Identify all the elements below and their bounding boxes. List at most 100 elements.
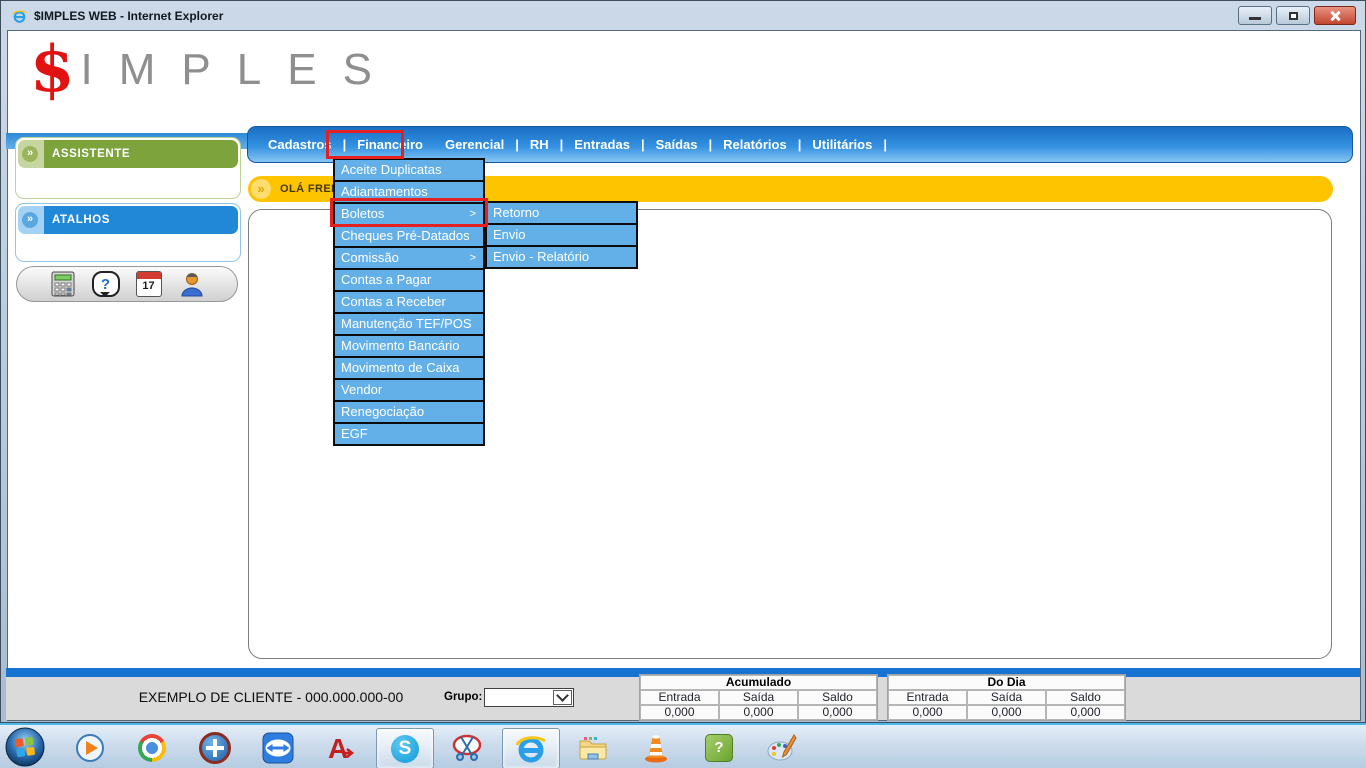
taskbar-ammyy-admin[interactable]: A	[313, 728, 369, 767]
financeiro-dropdown: Aceite Duplicatas Adiantamentos Boletos>…	[333, 158, 485, 446]
dropdown-item-renegociacao[interactable]: Renegociação	[333, 400, 485, 424]
menu-rh[interactable]: RH	[524, 133, 555, 156]
submenu-item-envio-relatorio[interactable]: Envio - Relatório	[485, 245, 638, 269]
help-icon[interactable]: ?	[92, 270, 120, 298]
ie-favicon-icon	[11, 8, 28, 25]
atalhos-chevron-icon: »	[22, 212, 38, 228]
submenu-item-envio[interactable]: Envio	[485, 223, 638, 247]
table-title: Acumulado	[640, 675, 877, 690]
dropdown-item-comissao[interactable]: Comissão>	[333, 246, 485, 270]
assistente-label: ASSISTENTE	[52, 148, 130, 160]
taskbar-skype[interactable]: S	[376, 728, 434, 768]
submenu-arrow-icon: >	[470, 248, 483, 268]
paint-icon	[766, 732, 798, 764]
skype-icon: S	[391, 735, 419, 763]
column-header: Entrada	[888, 690, 967, 705]
menu-financeiro[interactable]: Financeiro	[351, 133, 429, 156]
grupo-select[interactable]	[484, 688, 574, 707]
assistente-header[interactable]: » ASSISTENTE	[18, 140, 238, 168]
item-label: Movimento Bancário	[341, 336, 483, 356]
menu-gerencial[interactable]: Gerencial	[439, 133, 510, 156]
minimize-icon	[1249, 17, 1261, 20]
calculator-icon[interactable]	[49, 270, 77, 298]
taskbar-file-explorer[interactable]	[565, 728, 621, 767]
taskbar-media-player[interactable]	[62, 728, 118, 767]
item-label: Aceite Duplicatas	[341, 160, 483, 180]
taskbar-blue-plus[interactable]	[187, 728, 243, 767]
ammyy-admin-icon: A	[325, 732, 357, 764]
windows-flag-icon	[5, 727, 45, 767]
item-label: Vendor	[341, 380, 483, 400]
table-value: 0,000	[967, 705, 1046, 720]
atalhos-label: ATALHOS	[52, 214, 110, 226]
dropdown-item-egf[interactable]: EGF	[333, 422, 485, 446]
grupo-label: Grupo:	[444, 691, 482, 703]
snipping-tool-icon	[451, 732, 483, 764]
teamviewer-icon	[262, 732, 294, 764]
banner-chevron-icon: »	[251, 179, 271, 199]
table-title: Do Dia	[888, 675, 1125, 690]
item-label: Renegociação	[341, 402, 483, 422]
taskbar-snipping-tool[interactable]	[439, 728, 495, 767]
dropdown-item-cheques-pre-datados[interactable]: Cheques Pré-Datados	[333, 224, 485, 248]
calendar-day: 17	[137, 280, 161, 292]
minimize-button[interactable]	[1238, 6, 1272, 25]
close-button[interactable]	[1314, 6, 1356, 25]
green-cube-help-icon: ?	[705, 734, 733, 762]
media-player-icon	[74, 732, 106, 764]
taskbar-teamviewer[interactable]	[250, 728, 306, 767]
menu-separator: |	[883, 137, 887, 152]
skype-glyph: S	[399, 738, 412, 760]
dropdown-item-boletos[interactable]: Boletos>	[333, 202, 485, 226]
taskbar-paint[interactable]	[754, 728, 810, 767]
restore-button[interactable]	[1276, 6, 1310, 25]
dropdown-item-contas-a-pagar[interactable]: Contas a Pagar	[333, 268, 485, 292]
acumulado-table: Acumulado Entrada Saída Saldo 0,000 0,00…	[639, 674, 878, 721]
column-header: Saída	[967, 690, 1046, 705]
dropdown-item-movimento-bancario[interactable]: Movimento Bancário	[333, 334, 485, 358]
calendar-icon[interactable]: 17	[135, 270, 163, 298]
menu-utilitarios[interactable]: Utilitários	[806, 133, 878, 156]
dropdown-item-movimento-de-caixa[interactable]: Movimento de Caixa	[333, 356, 485, 380]
chevron-down-icon	[556, 689, 569, 702]
blue-plus-icon	[199, 732, 231, 764]
item-label: Manutenção TEF/POS	[341, 314, 483, 334]
menu-entradas[interactable]: Entradas	[568, 133, 636, 156]
internet-explorer-icon	[515, 733, 547, 765]
item-label: Contas a Pagar	[341, 270, 483, 290]
dodia-table: Do Dia Entrada Saída Saldo 0,000 0,000 0…	[887, 674, 1126, 721]
calendar-header	[137, 272, 161, 279]
item-label: EGF	[341, 424, 483, 444]
dropdown-item-contas-a-receber[interactable]: Contas a Receber	[333, 290, 485, 314]
taskbar-green-cube-help[interactable]: ?	[691, 728, 747, 767]
dropdown-item-manutencao-tef-pos[interactable]: Manutenção TEF/POS	[333, 312, 485, 336]
dropdown-item-aceite-duplicatas[interactable]: Aceite Duplicatas	[333, 158, 485, 182]
dropdown-item-vendor[interactable]: Vendor	[333, 378, 485, 402]
item-label: Cheques Pré-Datados	[341, 226, 483, 246]
menu-cadastros[interactable]: Cadastros	[262, 133, 338, 156]
menu-saidas[interactable]: Saídas	[650, 133, 704, 156]
title-bar[interactable]: $IMPLES WEB - Internet Explorer	[2, 2, 1366, 30]
assistente-panel: » ASSISTENTE	[15, 137, 241, 199]
menu-separator: |	[709, 137, 713, 152]
restore-icon	[1289, 12, 1298, 20]
table-value: 0,000	[1046, 705, 1125, 720]
taskbar-chrome[interactable]	[124, 728, 180, 767]
combo-arrow-button[interactable]	[553, 690, 572, 705]
svg-text:A: A	[328, 733, 348, 764]
menu-relatorios[interactable]: Relatórios	[717, 133, 793, 156]
window-title: $IMPLES WEB - Internet Explorer	[34, 9, 223, 23]
atalhos-header[interactable]: » ATALHOS	[18, 206, 238, 234]
submenu-item-retorno[interactable]: Retorno	[485, 201, 638, 225]
chrome-icon	[138, 734, 166, 762]
column-header: Entrada	[640, 690, 719, 705]
taskbar-internet-explorer[interactable]	[502, 728, 560, 768]
taskbar-vlc[interactable]	[628, 728, 684, 767]
column-header: Saída	[719, 690, 798, 705]
table-value: 0,000	[640, 705, 719, 720]
dropdown-item-adiantamentos[interactable]: Adiantamentos	[333, 180, 485, 204]
user-icon[interactable]	[178, 270, 206, 298]
table-value: 0,000	[888, 705, 967, 720]
start-button[interactable]	[5, 727, 45, 767]
close-icon	[1329, 10, 1341, 22]
